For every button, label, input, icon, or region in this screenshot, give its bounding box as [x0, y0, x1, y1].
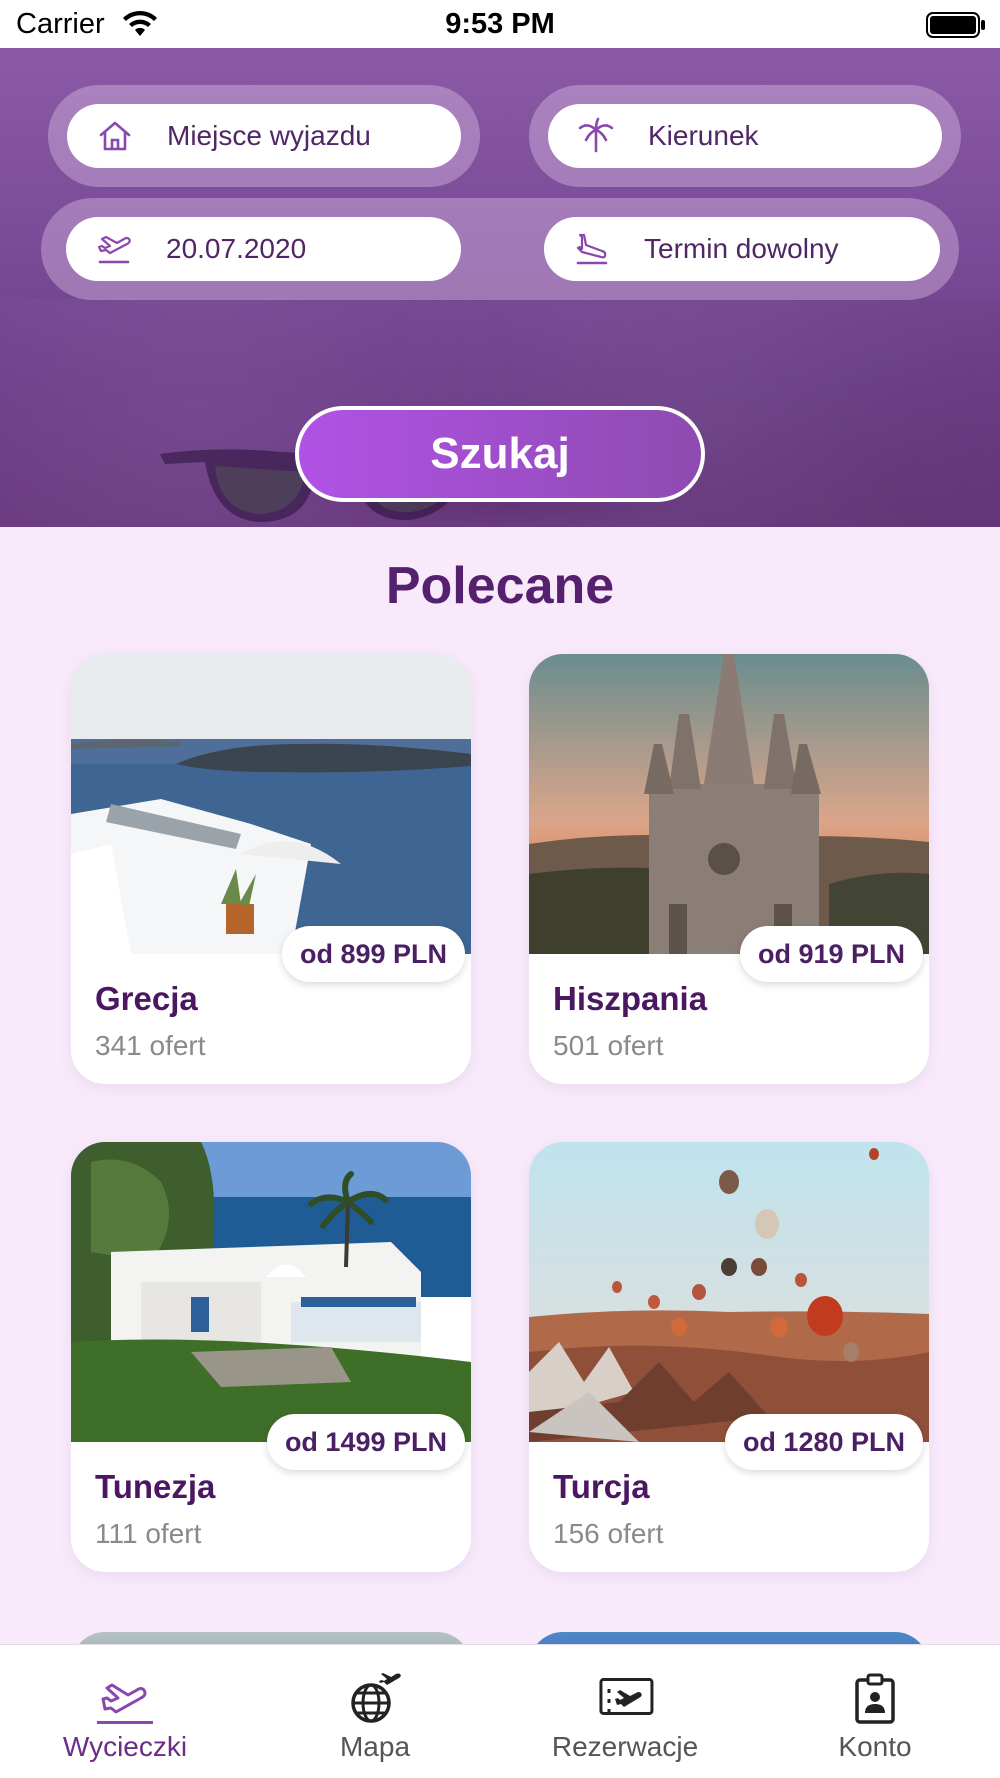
price-badge: od 899 PLN — [281, 926, 465, 982]
tab-label: Wycieczki — [62, 1731, 188, 1762]
offer-name: Grecja — [95, 980, 198, 1017]
clock-label: 9:53 PM — [445, 8, 555, 40]
id-badge-icon — [855, 1673, 895, 1724]
offer-card-turkey[interactable]: od 1280 PLN Turcja 156 ofert — [529, 1142, 929, 1572]
departure-text: Miejsce wyjazdu — [167, 120, 371, 151]
tab-bar: Wycieczki Mapa Rezerwacje Konto — [0, 1644, 1000, 1778]
palm-tree-icon — [578, 117, 614, 153]
offer-card-greece[interactable]: od 899 PLN Grecja 341 ofert — [71, 654, 471, 1084]
offer-name: Tunezja — [95, 1468, 216, 1505]
offer-name: Hiszpania — [553, 980, 708, 1017]
offer-count: 501 ofert — [553, 1030, 664, 1061]
greece-photo — [71, 654, 471, 954]
term-text: Termin dowolny — [644, 233, 839, 264]
spain-photo — [529, 654, 929, 954]
search-hero: Miejsce wyjazdu Kierunek 20.07.2020 Term… — [0, 48, 1000, 527]
plane-takeoff-icon — [97, 235, 131, 264]
destination-text: Kierunek — [648, 120, 759, 151]
active-tab-indicator — [97, 1721, 153, 1724]
status-bar: Carrier 9:53 PM — [0, 0, 1000, 48]
tab-reservations[interactable]: Rezerwacje — [500, 1645, 750, 1778]
tab-label: Mapa — [339, 1731, 411, 1762]
offer-count: 111 ofert — [95, 1518, 202, 1549]
globe-plane-icon — [351, 1673, 401, 1723]
tab-trips[interactable]: Wycieczki — [0, 1645, 250, 1778]
offer-card-spain[interactable]: od 919 PLN Hiszpania 501 ofert — [529, 654, 929, 1084]
ticket-plane-icon — [599, 1678, 654, 1715]
offer-count: 341 ofert — [95, 1030, 206, 1061]
section-title: Polecane — [385, 557, 615, 615]
plane-landing-icon — [576, 233, 608, 265]
offer-count: 156 ofert — [553, 1518, 664, 1549]
tab-label: Konto — [838, 1731, 912, 1762]
date-text: 20.07.2020 — [166, 233, 307, 264]
term-field[interactable]: Termin dowolny — [544, 217, 940, 281]
tab-map[interactable]: Mapa — [250, 1645, 500, 1778]
home-icon — [99, 121, 131, 151]
destination-field[interactable]: Kierunek — [529, 85, 961, 187]
turkey-photo — [529, 1142, 929, 1442]
offer-name: Turcja — [553, 1468, 650, 1505]
price-badge: od 1499 PLN — [266, 1414, 465, 1470]
tab-account[interactable]: Konto — [750, 1645, 1000, 1778]
departure-field[interactable]: Miejsce wyjazdu — [48, 85, 480, 187]
search-button[interactable]: Szukaj — [295, 406, 705, 502]
price-badge: od 1280 PLN — [724, 1414, 923, 1470]
price-badge: od 919 PLN — [739, 926, 923, 982]
plane-icon — [101, 1683, 147, 1714]
tab-label: Rezerwacje — [551, 1731, 699, 1762]
offer-card-tunisia[interactable]: od 1499 PLN Tunezja 111 ofert — [71, 1142, 471, 1572]
date-field[interactable]: 20.07.2020 — [66, 217, 461, 281]
tunisia-photo — [71, 1142, 471, 1442]
battery-icon — [926, 12, 985, 38]
